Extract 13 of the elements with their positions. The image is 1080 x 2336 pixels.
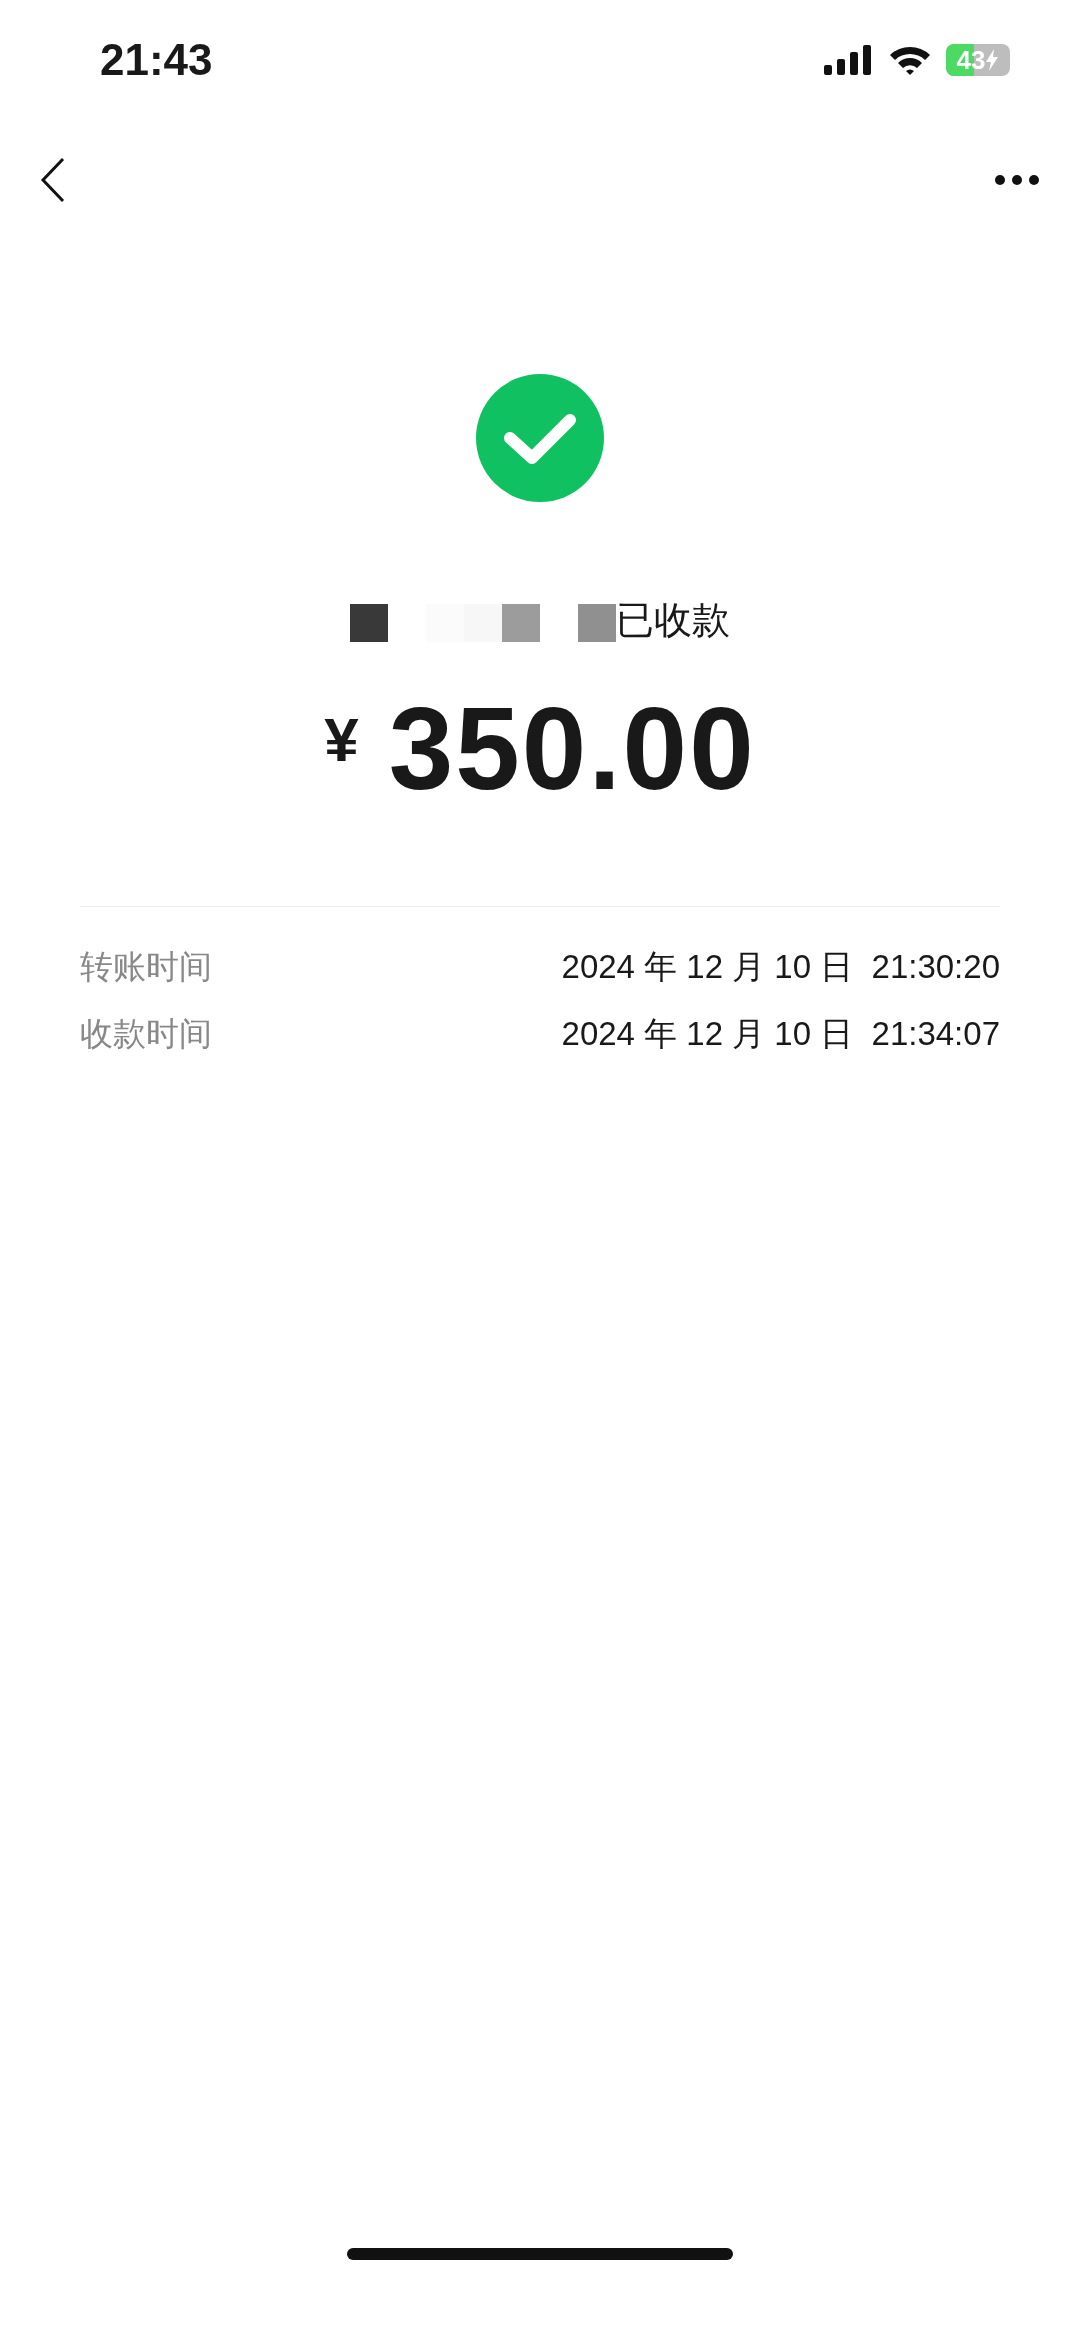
detail-label: 收款时间 <box>80 1014 212 1054</box>
receipt-status: 已收款 <box>616 598 730 642</box>
detail-label: 转账时间 <box>80 947 212 987</box>
wifi-icon <box>888 44 932 76</box>
success-check-icon <box>476 374 604 502</box>
detail-value: 2024 年 12 月 10 日 21:30:20 <box>561 947 1000 987</box>
more-icon[interactable] <box>994 174 1040 186</box>
currency-symbol: ¥ <box>324 703 359 775</box>
back-icon[interactable] <box>40 157 66 203</box>
amount: 350.00 <box>388 683 756 816</box>
signal-icon <box>824 45 874 75</box>
status-time: 21:43 <box>100 35 213 85</box>
detail-value: 2024 年 12 月 10 日 21:34:07 <box>561 1014 1000 1054</box>
